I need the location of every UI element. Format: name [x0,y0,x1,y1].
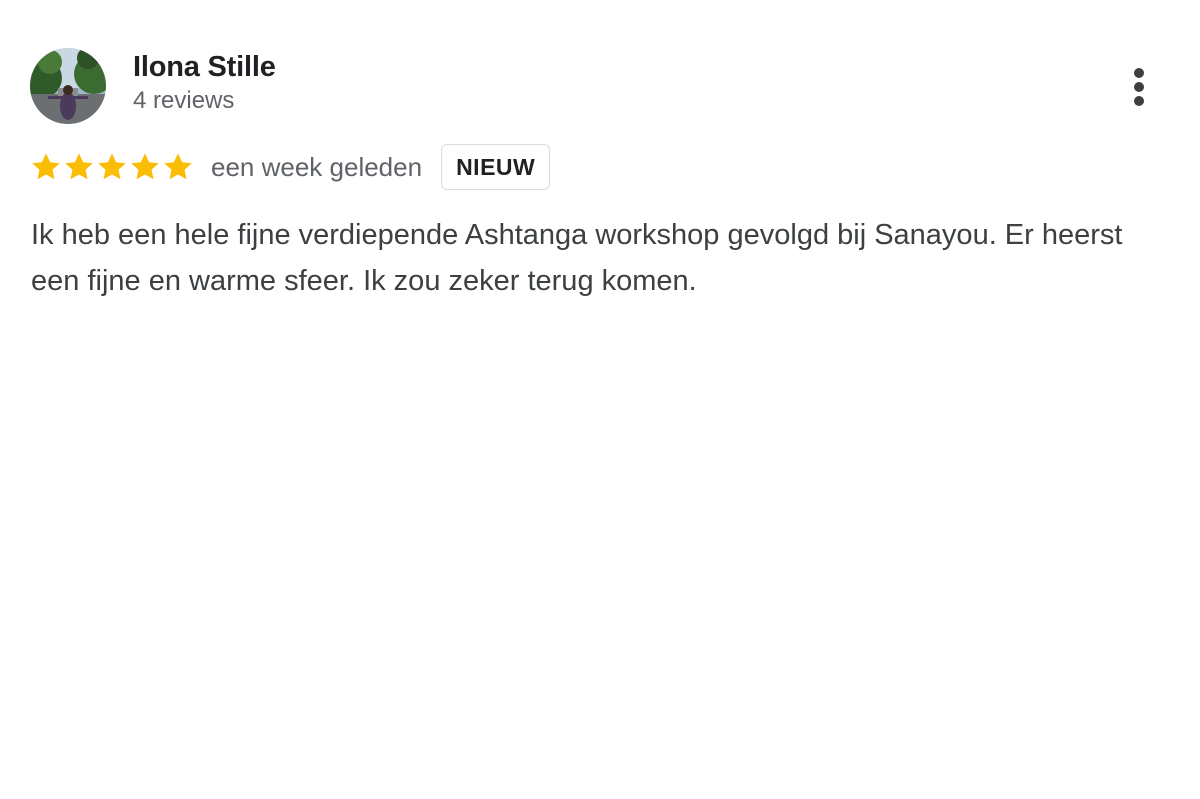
review-header: Ilona Stille 4 reviews [30,48,276,124]
star-icon [65,153,93,180]
reviewer-review-count: 4 reviews [133,87,235,114]
review-meta: een week geleden NIEUW [30,143,551,191]
avatar[interactable] [30,48,106,124]
star-icon [164,153,192,180]
more-vert-icon [1134,66,1144,108]
new-badge: NIEUW [441,144,551,190]
star-icon [98,153,126,180]
review-card: Ilona Stille 4 reviews een week geleden … [0,0,1200,799]
star-icon [32,153,60,180]
star-icon [131,153,159,180]
reviewer-info: Ilona Stille 4 reviews [133,49,276,117]
reviewer-name[interactable]: Ilona Stille [133,49,276,85]
star-rating [30,151,195,183]
review-text: Ik heb een hele fijne verdiepende Ashtan… [31,219,1123,297]
review-date: een week geleden [211,151,423,182]
more-options-button[interactable] [1120,62,1158,112]
avatar-photo-icon [30,48,106,124]
